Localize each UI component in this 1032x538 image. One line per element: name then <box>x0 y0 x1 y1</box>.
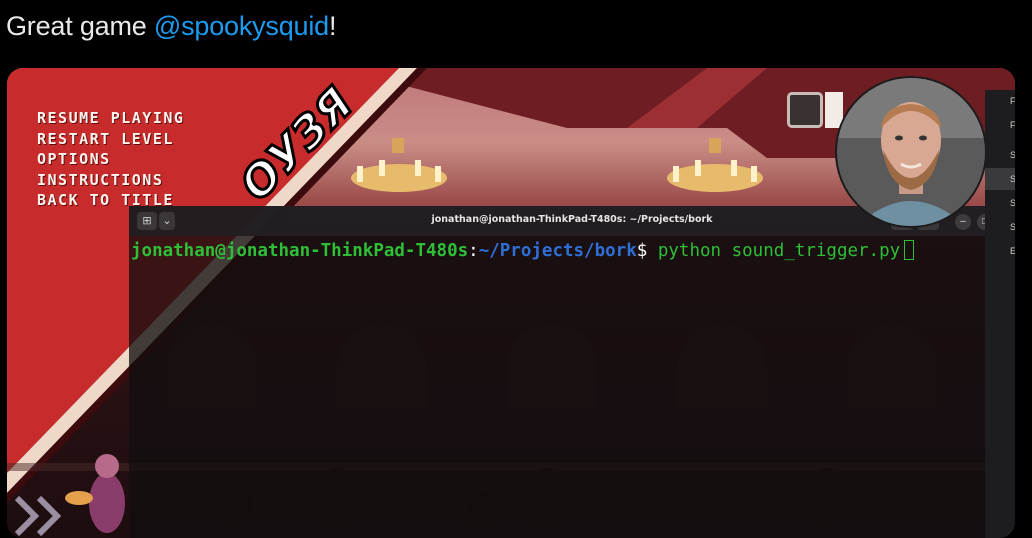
menu-instructions[interactable]: INSTRUCTIONS <box>37 170 184 191</box>
tweet-text-after: ! <box>328 11 337 41</box>
terminal-cursor <box>904 240 915 260</box>
terminal-command: python sound_trigger.py <box>647 241 901 261</box>
arrow-icon <box>14 495 62 537</box>
minimize-icon[interactable]: – <box>955 214 971 230</box>
side-item[interactable]: S <box>985 192 1015 214</box>
prompt-symbol: $ <box>636 241 648 261</box>
pause-menu: RESUME PLAYING RESTART LEVEL OPTIONS INS… <box>37 108 184 211</box>
terminal-window[interactable]: ⊞ ⌄ jonathan@jonathan-ThinkPad-T480s: ~/… <box>129 206 1015 538</box>
terminal-prompt-line[interactable]: jonathan@jonathan-ThinkPad-T480s:~/Proje… <box>131 240 915 262</box>
prompt-separator: : <box>468 241 479 261</box>
prompt-user: jonathan@jonathan-ThinkPad-T480s <box>131 241 469 261</box>
menu-restart-level[interactable]: RESTART LEVEL <box>37 129 184 150</box>
mention-link[interactable]: @spookysquid <box>154 11 329 41</box>
person-avatar-icon <box>837 78 985 226</box>
side-panel: F F S S S S E <box>985 90 1015 538</box>
tweet-media-image[interactable]: ОУЗЯ RESUME PLAYING RESTART LEVEL OPTION… <box>7 68 1015 538</box>
webcam-overlay <box>835 76 987 228</box>
side-item-active[interactable]: S <box>985 168 1015 190</box>
side-item[interactable]: S <box>985 144 1015 166</box>
hud-clock-icon <box>787 92 823 128</box>
side-item[interactable]: F <box>985 114 1015 136</box>
chandelier-icon <box>667 138 763 192</box>
side-item[interactable]: S <box>985 216 1015 238</box>
tweet-text: Great game @spookysquid! <box>6 8 337 44</box>
menu-resume-playing[interactable]: RESUME PLAYING <box>37 108 184 129</box>
side-item[interactable]: E <box>985 240 1015 262</box>
tweet-text-before: Great game <box>6 11 154 41</box>
prompt-path: ~/Projects/bork <box>478 241 637 261</box>
menu-options[interactable]: OPTIONS <box>37 149 184 170</box>
side-item[interactable]: F <box>985 90 1015 112</box>
